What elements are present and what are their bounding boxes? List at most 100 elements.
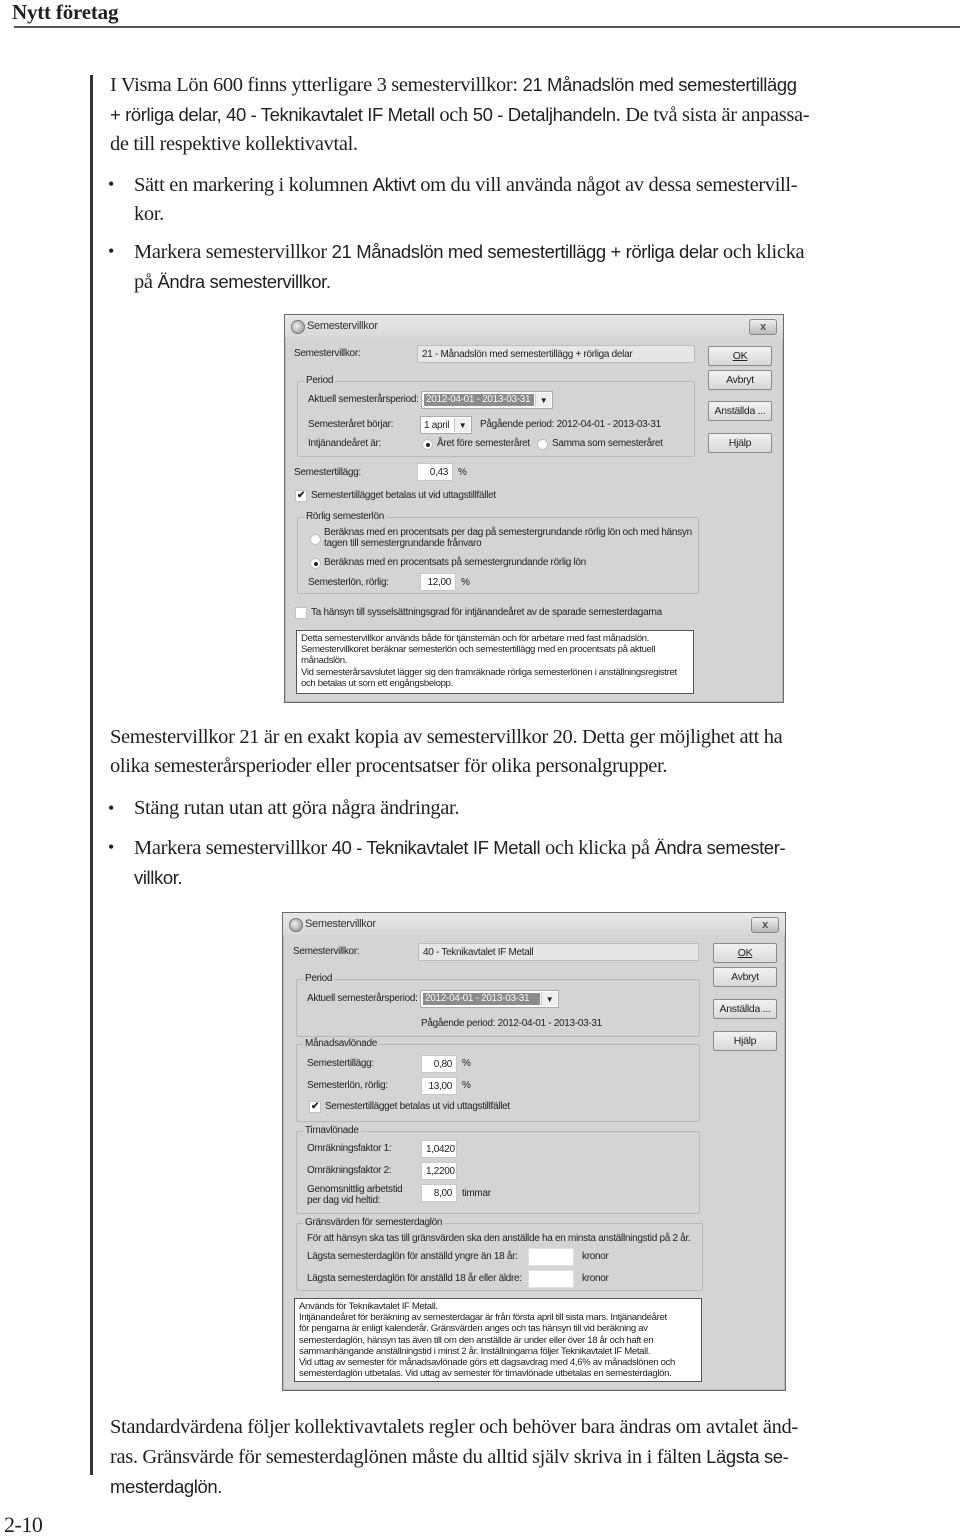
dialog-title: Semestervillkor [307,320,378,332]
aktuell-period-value: 2012-04-01 - 2013-03-31 [423,993,540,1005]
aktuell-period-select[interactable]: 2012-04-01 - 2013-03-31 ▼ [421,391,553,409]
aktuell-period-select[interactable]: 2012-04-01 - 2013-03-31 ▼ [420,990,559,1008]
intro-term: + rörliga delar, 40 - Teknikavtalet IF M… [110,104,435,125]
arbetstid-input[interactable]: 8,00 [421,1184,457,1202]
bullet-term: Aktivt [372,174,416,195]
anstallda-button[interactable]: Anställda ... [713,999,777,1019]
bullet-term: Ändra semestervillkor. [157,271,331,292]
radio-aret-fore[interactable] [422,439,433,450]
bullet-text: om du vill använda något av dessa semest… [415,174,798,196]
chevron-down-icon[interactable]: ▼ [535,393,551,407]
dialog-title: Semestervillkor [305,918,376,930]
radio-samma[interactable] [537,439,548,450]
chevron-down-icon[interactable]: ▼ [541,992,557,1006]
betalas-checkbox-label: Semestertillägget betalas ut vid uttagst… [325,1101,510,1112]
percent-unit: % [461,577,470,588]
semestervillkor-field[interactable]: 40 - Teknikavtalet IF Metall [418,943,699,961]
closing-term: Lägsta se- [706,1446,789,1467]
gransvarden-group-label: Gränsvärden för semesterdaglön [303,1217,445,1228]
page-number: 2-10 [4,1512,43,1537]
hjalp-button[interactable]: Hjälp [713,1031,777,1051]
ok-label: OK [737,947,753,959]
bullet-item: • Stäng rutan utan att göra några ändrin… [108,794,960,823]
semesterlon-rorlig-label: Semesterlön, rörlig: [308,577,389,588]
anstallda-button[interactable]: Anställda ... [708,401,772,421]
bullet-text: kor. [134,203,164,225]
radio-per-dag-text: tagen till semestergrundande frånvaro [324,538,482,549]
radio-per-dag-label: Beräknas med en procentsats per dag på s… [324,527,692,549]
chapter-title: Nytt företag [12,0,119,24]
yngre-input[interactable] [528,1248,574,1266]
bullet-item: • Sätt en markering i kolumnen Aktivt om… [108,170,960,229]
semestervillkor-field[interactable]: 21 - Månadslön med semestertillägg + rör… [417,345,695,363]
semesterlon-rorlig-input[interactable]: 13,00 [421,1077,457,1095]
bullet-text: och klicka på [540,837,655,859]
borjar-value: 1 april [424,420,450,431]
aktuell-period-label: Aktuell semesterårsperiod: [308,394,419,405]
aldre-input[interactable] [528,1270,574,1288]
faktor2-label: Omräkningsfaktor 2: [307,1165,392,1176]
bullet-item: • Markera semestervillkor 40 - Teknikavt… [108,833,960,892]
ok-button[interactable]: OK [713,943,777,963]
arbetstid-label-text: Genomsnittlig arbetstid [307,1184,403,1195]
radio-procentsats[interactable] [310,558,321,569]
timavlonade-group-label: Timavlönade [303,1125,361,1136]
header-divider [14,26,960,28]
yngre-label: Lägsta semesterdaglön för anställd yngre… [307,1251,518,1262]
pagaende-period: Pågående period: 2012-04-01 - 2013-03-31 [480,419,661,430]
close-icon[interactable]: x [749,319,777,335]
avbryt-button[interactable]: Avbryt [708,370,772,390]
app-icon [289,918,303,932]
gransvarden-group: Gränsvärden för semesterdaglön För att h… [296,1217,703,1291]
ok-label: OK [732,350,748,362]
middle-text: Semestervillkor 21 är en exakt kopia av … [110,726,783,748]
betalas-checkbox[interactable]: ✔ [309,1101,321,1113]
faktor1-label: Omräkningsfaktor 1: [307,1143,392,1154]
ok-button[interactable]: OK [708,346,772,366]
period-group-label: Period [304,375,336,386]
kronor-unit: kronor [582,1273,609,1284]
bullet-icon: • [108,174,114,194]
semestertillagg-input[interactable]: 0,80 [421,1055,457,1073]
chevron-down-icon[interactable]: ▼ [454,418,470,432]
intro-text: . De två sista är anpassa- [615,104,810,126]
semestertillagg-input[interactable]: 0,43 [417,463,453,481]
hjalp-button[interactable]: Hjälp [708,433,772,453]
bullet-text: Stäng rutan utan att göra några ändringa… [134,797,460,819]
percent-unit: % [462,1058,471,1069]
intro-term: 21 Månadslön med semestertillägg [522,74,798,95]
dialog-titlebar: Semestervillkor x [285,315,783,337]
manadsavlonade-group-label: Månadsavlönade [303,1038,379,1049]
aldre-label: Lägsta semesterdaglön för anställd 18 år… [307,1273,522,1284]
middle-paragraph: Semestervillkor 21 är en exakt kopia av … [110,723,960,781]
betalas-checkbox-label: Semestertillägget betalas ut vid uttagst… [311,490,496,501]
faktor1-input[interactable]: 1,0420 [421,1140,457,1158]
closing-text: ras. Gränsvärde för semesterdaglönen mås… [110,1446,707,1468]
hansyn-checkbox-label: Ta hänsyn till sysselsättningsgrad för i… [311,607,662,618]
radio-procentsats-label: Beräknas med en procentsats på semesterg… [324,557,586,568]
semestervillkor-dialog-21: Semestervillkor x Semestervillkor: 21 - … [284,314,784,703]
bullet-text: på [134,271,158,293]
timavlonade-group: Timavlönade Omräkningsfaktor 1: 1,0420 O… [296,1125,700,1214]
faktor2-input[interactable]: 1,2200 [421,1162,457,1180]
semestervillkor-dialog-40: Semestervillkor x Semestervillkor: 40 - … [282,912,786,1391]
radio-per-dag-text: Beräknas med en procentsats per dag på s… [324,527,692,538]
period-group: Period Aktuell semesterårsperiod: 2012-0… [296,973,700,1037]
betalas-checkbox[interactable]: ✔ [295,490,307,502]
dialog-titlebar: Semestervillkor x [283,913,785,935]
avbryt-button[interactable]: Avbryt [713,967,777,987]
intjanande-label: Intjänandeåret är: [308,438,381,449]
bullet-text: Sätt en markering i kolumnen [134,174,373,196]
radio-aret-fore-label: Året före semesteråret [437,438,530,449]
semestertillagg-label: Semestertillägg: [307,1058,374,1069]
borjar-label: Semesteråret börjar: [308,419,394,430]
rorlig-semesterlon-group: Rörlig semesterlön Beräknas med en proce… [297,511,699,594]
hansyn-checkbox[interactable] [295,607,307,619]
bullet-icon: • [108,837,114,857]
kronor-unit: kronor [582,1251,609,1262]
borjar-select[interactable]: 1 april ▼ [420,416,472,434]
intro-paragraph: I Visma Lön 600 finns ytterligare 3 seme… [110,70,960,159]
close-icon[interactable]: x [751,917,779,933]
radio-per-dag[interactable] [310,534,321,545]
semesterlon-rorlig-input[interactable]: 12,00 [420,573,456,591]
